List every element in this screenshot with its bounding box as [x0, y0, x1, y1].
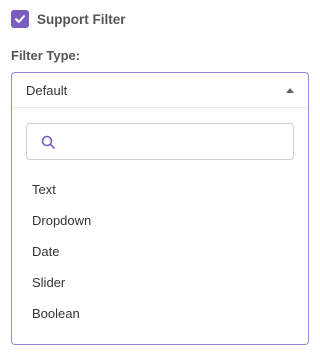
dropdown-options-list: Text Dropdown Date Slider Boolean — [12, 174, 308, 329]
dropdown-option-dropdown[interactable]: Dropdown — [12, 205, 308, 236]
support-filter-label: Support Filter — [37, 11, 126, 27]
support-filter-checkbox[interactable] — [11, 10, 29, 28]
dropdown-option-text[interactable]: Text — [12, 174, 308, 205]
filter-type-select[interactable]: Default — [11, 72, 309, 108]
search-icon — [41, 135, 55, 149]
dropdown-option-slider[interactable]: Slider — [12, 267, 308, 298]
filter-type-selected-value: Default — [26, 83, 68, 98]
caret-up-icon[interactable] — [286, 88, 294, 93]
support-filter-row[interactable]: Support Filter — [11, 10, 126, 28]
dropdown-search-box[interactable] — [26, 123, 294, 160]
filter-type-dropdown: Text Dropdown Date Slider Boolean — [11, 107, 309, 345]
check-icon — [15, 15, 25, 23]
filter-type-label: Filter Type: — [11, 48, 81, 63]
dropdown-search-input[interactable] — [63, 133, 287, 150]
dropdown-option-boolean[interactable]: Boolean — [12, 298, 308, 329]
dropdown-option-date[interactable]: Date — [12, 236, 308, 267]
